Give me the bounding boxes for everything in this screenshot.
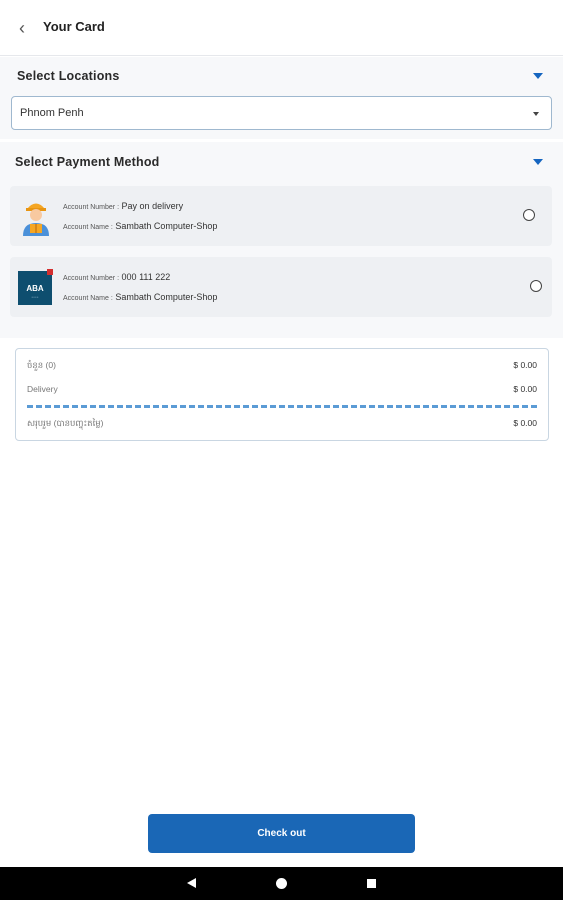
account-number-value: 000 111 222: [121, 272, 171, 282]
dropdown-arrow-icon: [533, 112, 539, 116]
total-row: សរុបរួម (បានបញ្ចុះតម្លៃ) $ 0.00: [27, 418, 537, 432]
account-number-value: Pay on delivery: [121, 201, 184, 211]
payment-method-card[interactable]: Account Number : Pay on delivery Account…: [10, 186, 552, 246]
payment-radio-pay-on-delivery[interactable]: [523, 209, 535, 221]
locations-title: Select Locations: [17, 69, 120, 83]
account-name-line: Account Name : Sambath Computer-Shop: [63, 292, 217, 302]
payment-title: Select Payment Method: [15, 155, 160, 169]
back-arrow-icon[interactable]: ‹: [12, 16, 32, 40]
location-select[interactable]: Phnom Penh: [11, 96, 552, 130]
order-summary: ចំនួន (0) $ 0.00 Delivery $ 0.00 សរុបរួម…: [15, 348, 549, 441]
account-name-label: Account Name :: [63, 295, 113, 302]
delivery-label: Delivery: [27, 384, 58, 394]
location-select-value: Phnom Penh: [20, 107, 84, 119]
account-name-value: Sambath Computer-Shop: [115, 221, 218, 231]
app-bar: ‹ Your Card: [0, 0, 563, 56]
payment-radio-aba[interactable]: [530, 280, 542, 292]
nav-back-icon[interactable]: [187, 878, 196, 888]
nav-recents-icon[interactable]: [367, 879, 376, 888]
delivery-value: $ 0.00: [513, 384, 537, 394]
locations-collapse-caret-icon[interactable]: [533, 73, 543, 79]
account-name-line: Account Name : Sambath Computer-Shop: [63, 221, 217, 231]
subtotal-value: $ 0.00: [513, 360, 537, 370]
checkout-button[interactable]: Check out: [148, 814, 415, 853]
total-value: $ 0.00: [513, 418, 537, 428]
nav-home-icon[interactable]: [276, 878, 287, 889]
account-name-value: Sambath Computer-Shop: [115, 292, 218, 302]
subtotal-label: ចំនួន (0): [27, 360, 56, 370]
summary-divider: [27, 405, 537, 408]
account-number-line: Account Number : Pay on delivery: [63, 201, 183, 211]
aba-bank-logo-icon: ABA • • • •: [18, 269, 53, 305]
delivery-row: Delivery $ 0.00: [27, 384, 537, 398]
delivery-person-icon: [23, 203, 49, 236]
total-label: សរុបរួម (បានបញ្ចុះតម្លៃ): [27, 418, 104, 428]
account-number-label: Account Number :: [63, 275, 120, 282]
payment-method-card[interactable]: ABA • • • • Account Number : 000 111 222…: [10, 257, 552, 317]
aba-logo-text: ABA: [26, 284, 44, 293]
payment-collapse-caret-icon[interactable]: [533, 159, 543, 165]
subtotal-row: ចំនួន (0) $ 0.00: [27, 360, 537, 374]
account-number-label: Account Number :: [63, 204, 120, 211]
page-title: Your Card: [43, 19, 105, 34]
svg-text:• • • •: • • • •: [32, 295, 39, 299]
account-name-label: Account Name :: [63, 224, 113, 231]
system-nav-bar: [0, 867, 563, 900]
account-number-line: Account Number : 000 111 222: [63, 272, 170, 282]
